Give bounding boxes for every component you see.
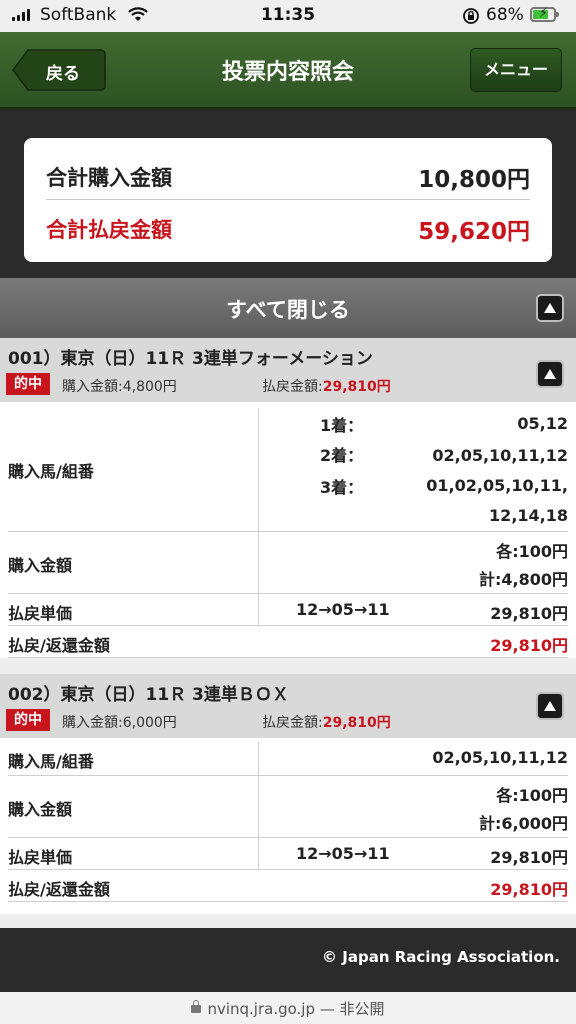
hit-badge: 的中 bbox=[6, 709, 50, 731]
close-all-label: すべて閉じる bbox=[226, 298, 350, 322]
table-row: 購入馬/組番 1着： 05,12 2着： 02,05,10,11,12 3着： … bbox=[8, 408, 568, 532]
battery-charging-icon: ⚡ bbox=[530, 6, 559, 22]
app-header: 戻る 投票内容照会 メニュー bbox=[0, 32, 576, 110]
place3-label: 3着： bbox=[320, 478, 364, 497]
amount-each: 各:100円 bbox=[496, 786, 568, 805]
table-row: 購入金額 各:100円 計:4,800円 bbox=[8, 532, 568, 594]
purchase-meta: 購入金額:4,800円 bbox=[62, 379, 177, 395]
payout-meta-value: 29,810円 bbox=[322, 715, 391, 731]
status-bar: SoftBank 11:35 68% ⚡ bbox=[0, 0, 576, 32]
winning-combo: 12→05→11 bbox=[296, 600, 390, 619]
url-text: nvinq.jra.go.jp — 非公開 bbox=[207, 1000, 385, 1018]
collapse-all-icon[interactable] bbox=[536, 294, 564, 322]
place1-value: 05,12 bbox=[517, 414, 568, 433]
refund-label: 払戻/返還金額 bbox=[8, 880, 110, 899]
place3-value-line2: 12,14,18 bbox=[489, 506, 568, 525]
unit-price-label: 払戻単価 bbox=[8, 848, 73, 867]
horses-value: 02,05,10,11,12 bbox=[432, 748, 568, 767]
total-purchase-label: 合計購入金額 bbox=[46, 166, 172, 190]
payout-meta: 払戻金額:29,810円 bbox=[262, 376, 391, 396]
winning-combo: 12→05→11 bbox=[296, 844, 390, 863]
table-row: 購入金額 各:100円 計:6,000円 bbox=[8, 776, 568, 838]
bet-header[interactable]: 001）東京（日）11Ｒ 3連単フォーメーション 的中 購入金額:4,800円 … bbox=[0, 338, 576, 402]
payout-meta: 払戻金額:29,810円 bbox=[262, 712, 391, 732]
copyright: © Japan Racing Association. bbox=[322, 948, 560, 966]
refund-value: 29,810円 bbox=[490, 880, 568, 899]
amount-label: 購入金額 bbox=[8, 800, 73, 819]
close-all-bar[interactable]: すべて閉じる bbox=[0, 278, 576, 338]
summary-section: 合計購入金額 10,800円 合計払戻金額 59,620円 bbox=[0, 110, 576, 278]
total-purchase-value: 10,800円 bbox=[418, 167, 530, 193]
place1-label: 1着： bbox=[320, 416, 364, 435]
bet-card-002: 002）東京（日）11Ｒ 3連単ＢＯＸ 的中 購入金額:6,000円 払戻金額:… bbox=[0, 674, 576, 914]
place2-value: 02,05,10,11,12 bbox=[432, 446, 568, 465]
amount-total: 計:6,000円 bbox=[478, 814, 568, 833]
place3-value-line1: 01,02,05,10,11, bbox=[426, 476, 568, 495]
horses-label: 購入馬/組番 bbox=[8, 752, 94, 771]
bet-title: 002）東京（日）11Ｒ 3連単ＢＯＸ bbox=[8, 685, 289, 705]
total-payout-row: 合計払戻金額 59,620円 bbox=[46, 202, 530, 252]
unit-price-value: 29,810円 bbox=[490, 604, 568, 623]
payout-meta-value: 29,810円 bbox=[322, 379, 391, 395]
bet-header[interactable]: 002）東京（日）11Ｒ 3連単ＢＯＸ 的中 購入金額:6,000円 払戻金額:… bbox=[0, 674, 576, 738]
amount-each: 各:100円 bbox=[496, 542, 568, 561]
table-row: 購入馬/組番 02,05,10,11,12 bbox=[8, 742, 568, 776]
summary-card: 合計購入金額 10,800円 合計払戻金額 59,620円 bbox=[24, 138, 552, 262]
purchase-meta: 購入金額:6,000円 bbox=[62, 715, 177, 731]
place2-label: 2着： bbox=[320, 446, 364, 465]
table-row: 払戻/返還金額 29,810円 bbox=[8, 626, 568, 658]
bet-card-001: 001）東京（日）11Ｒ 3連単フォーメーション 的中 購入金額:4,800円 … bbox=[0, 338, 576, 658]
lock-icon bbox=[191, 1000, 202, 1013]
refund-label: 払戻/返還金額 bbox=[8, 636, 110, 655]
amount-total: 計:4,800円 bbox=[478, 570, 568, 589]
table-row: 払戻単価 12→05→11 29,810円 bbox=[8, 594, 568, 626]
menu-button[interactable]: メニュー bbox=[470, 48, 562, 92]
unit-price-value: 29,810円 bbox=[490, 848, 568, 867]
bet-title: 001）東京（日）11Ｒ 3連単フォーメーション bbox=[8, 349, 373, 369]
unit-price-label: 払戻単価 bbox=[8, 604, 73, 623]
hit-badge: 的中 bbox=[6, 373, 50, 395]
url-bar[interactable]: nvinq.jra.go.jp — 非公開 bbox=[0, 992, 576, 1024]
collapse-icon[interactable] bbox=[536, 360, 564, 388]
total-payout-value: 59,620円 bbox=[418, 219, 530, 245]
table-row: 払戻/返還金額 29,810円 bbox=[8, 870, 568, 902]
collapse-icon[interactable] bbox=[536, 692, 564, 720]
refund-value: 29,810円 bbox=[490, 636, 568, 655]
payout-meta-label: 払戻金額: bbox=[262, 715, 323, 731]
payout-meta-label: 払戻金額: bbox=[262, 379, 323, 395]
total-purchase-row: 合計購入金額 10,800円 bbox=[46, 150, 530, 200]
battery-percent: 68% bbox=[486, 5, 524, 25]
table-row: 払戻単価 12→05→11 29,810円 bbox=[8, 838, 568, 870]
rotation-lock-icon bbox=[462, 7, 480, 30]
amount-label: 購入金額 bbox=[8, 556, 73, 575]
footer: © Japan Racing Association. bbox=[0, 928, 576, 992]
horses-label: 購入馬/組番 bbox=[8, 462, 94, 481]
total-payout-label: 合計払戻金額 bbox=[46, 218, 172, 242]
